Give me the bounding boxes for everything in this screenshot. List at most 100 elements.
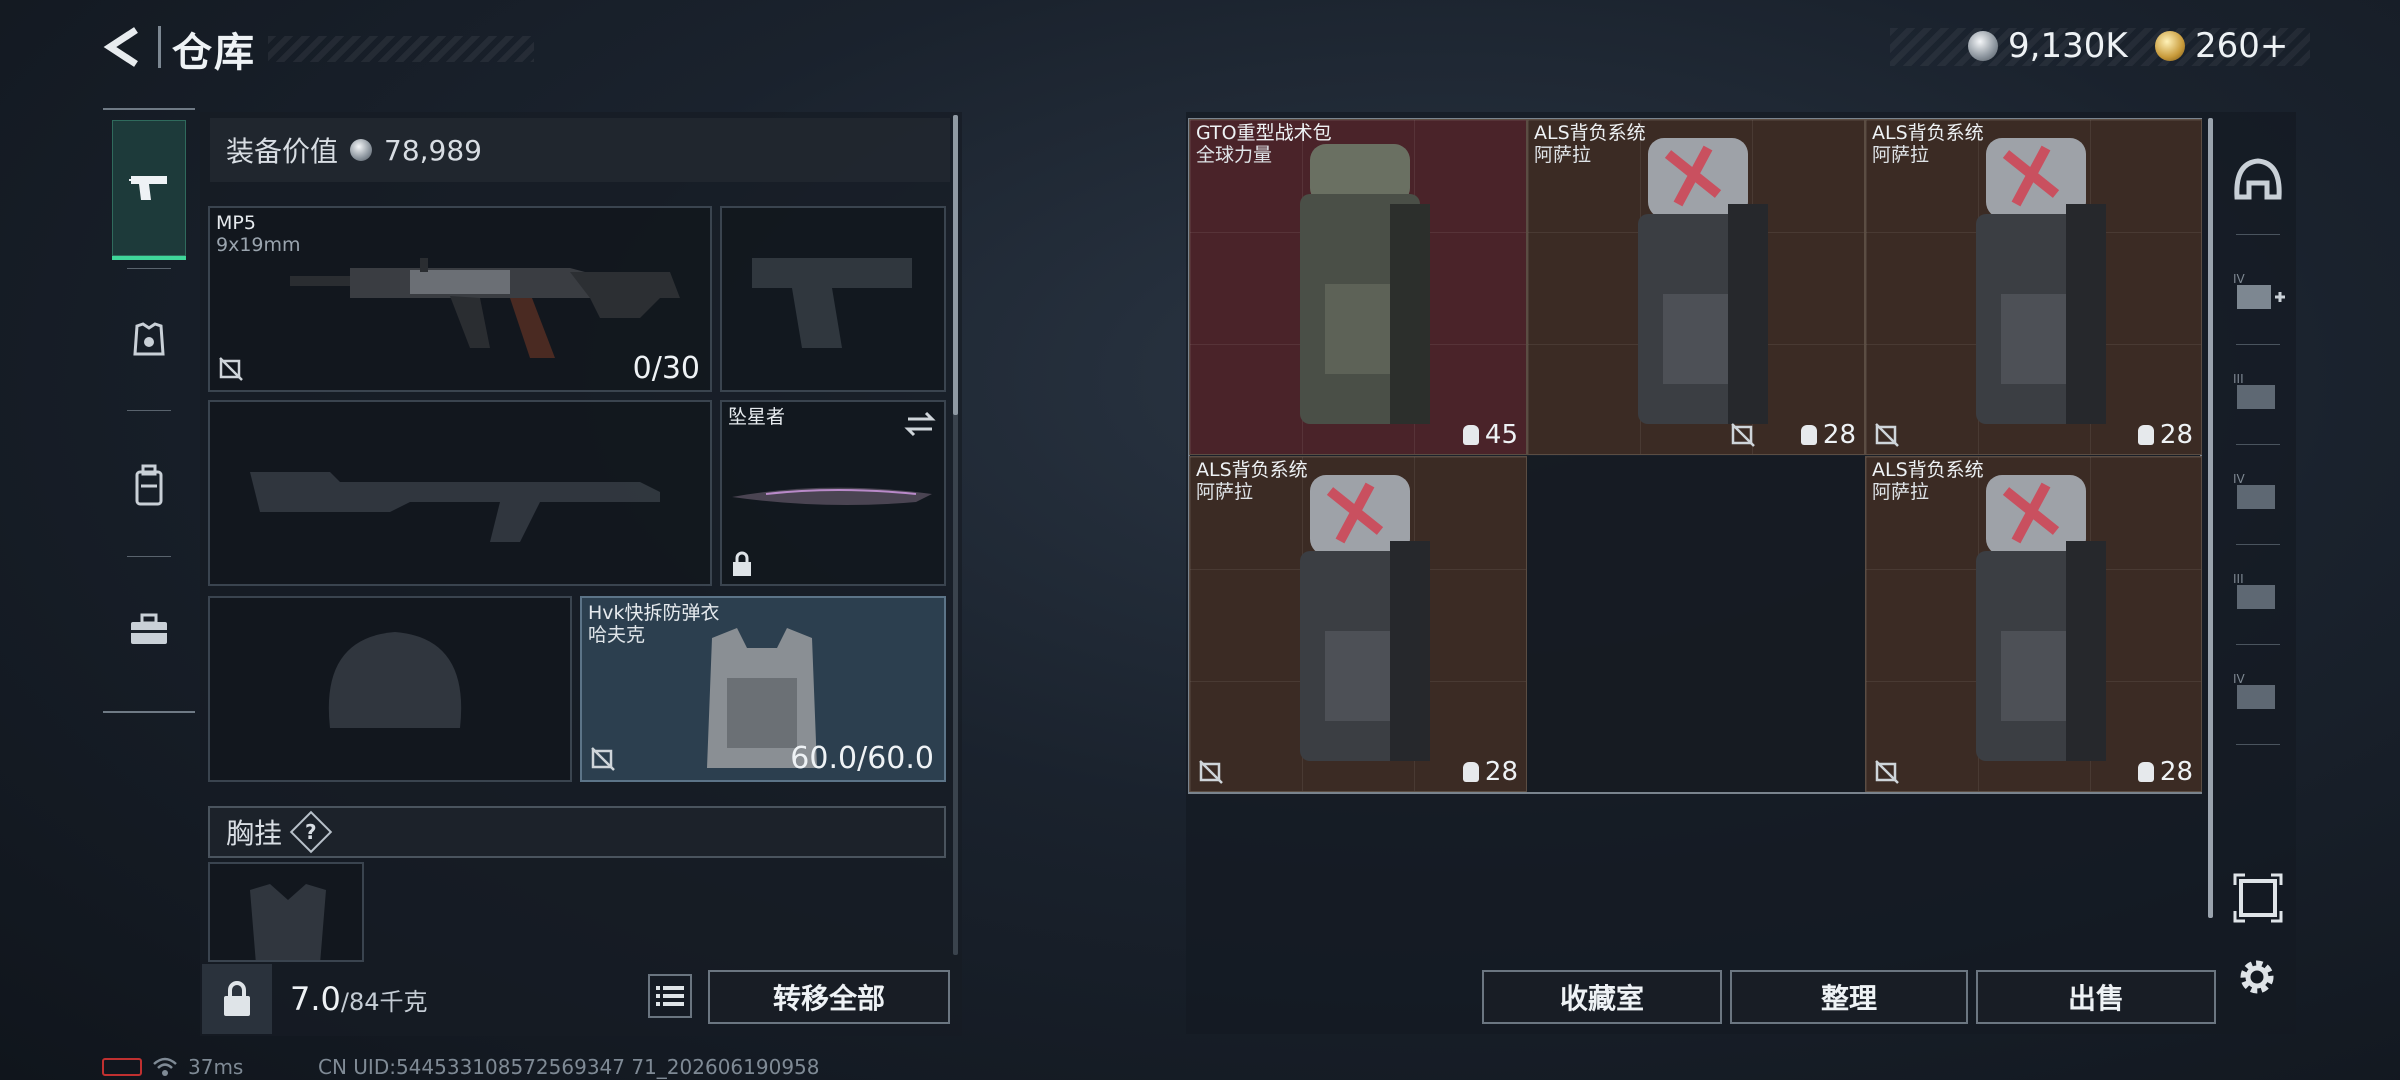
title-decoration — [268, 36, 534, 62]
user-uid: CN UID:544533108572569347 71_20260619095… — [318, 1055, 820, 1079]
filter-separator — [2236, 644, 2280, 645]
chest-rig-slot[interactable] — [208, 862, 364, 962]
no-insurance-icon — [219, 357, 243, 381]
weapon-name: MP5 — [216, 212, 256, 234]
filter-armor-iv-add[interactable]: IV — [2230, 262, 2286, 322]
status-line: 37ms — [102, 1055, 243, 1079]
filter-separator — [2236, 744, 2280, 745]
item-maker: 阿萨拉 — [1872, 481, 1930, 503]
item-maker: 阿萨拉 — [1534, 144, 1592, 166]
stash-item[interactable]: GTO重型战术包 全球力量 45 — [1189, 119, 1527, 455]
item-capacity: 45 — [1462, 420, 1518, 450]
stash-scrollbar[interactable] — [2208, 118, 2213, 918]
tab-backpack[interactable] — [112, 416, 186, 556]
item-capacity: 28 — [2137, 757, 2193, 787]
armor-plate-icon — [133, 322, 165, 356]
filter-separator — [2236, 234, 2280, 235]
tab-separator — [127, 410, 171, 411]
equipment-value-label: 装备价值 — [226, 135, 339, 168]
settings-button[interactable] — [2232, 952, 2282, 1002]
filter-backpack-iv[interactable]: IV — [2230, 662, 2286, 722]
backpack-item-icon — [1638, 138, 1768, 424]
collection-room-button[interactable]: 收藏室 — [1482, 970, 1722, 1024]
tab-case[interactable] — [112, 560, 186, 700]
backpack-item-icon — [1976, 475, 2106, 761]
filter-stash-frame[interactable] — [2230, 868, 2286, 928]
weapon-ammo-count: 0/30 — [632, 351, 700, 386]
chest-rig-label: 胸挂 — [226, 817, 283, 850]
melee-name: 坠星者 — [728, 406, 786, 428]
backpack-item-icon — [1300, 475, 1430, 761]
primary-weapon-slot[interactable]: MP5 9x19mm 0/30 — [208, 206, 712, 392]
item-maker: 阿萨拉 — [1196, 481, 1254, 503]
body-armor-slot[interactable]: Hvk快拆防弹衣 哈夫克 60.0/60.0 — [580, 596, 946, 782]
wifi-icon — [153, 1057, 177, 1076]
carry-weight: 7.0/84千克 — [290, 980, 428, 1018]
svg-text:IV: IV — [2233, 672, 2246, 686]
filter-separator — [2236, 544, 2280, 545]
ping-value: 37ms — [188, 1055, 244, 1079]
armor-iii-icon: III — [2233, 372, 2275, 409]
capacity-icon — [2137, 762, 2154, 782]
no-insurance-icon — [1875, 760, 1899, 784]
capacity-icon — [1462, 425, 1479, 445]
briefcase-icon — [131, 613, 167, 644]
stash-item[interactable]: ALS背负系统 阿萨拉 28 — [1865, 456, 2202, 792]
padlock-icon — [224, 981, 250, 1016]
sell-button[interactable]: 出售 — [1976, 970, 2216, 1024]
rig-iv-icon: IV — [2233, 472, 2275, 509]
backpack-item-icon — [1300, 144, 1430, 424]
helmet-silhouette-icon — [328, 632, 462, 728]
no-insurance-icon — [1199, 760, 1223, 784]
add-armor-iv-icon: IV — [2233, 272, 2285, 309]
secondary-weapon-slot[interactable] — [208, 400, 712, 586]
melee-slot[interactable]: 坠星者 — [720, 400, 946, 586]
no-insurance-icon — [1731, 423, 1755, 447]
stash-item[interactable]: ALS背负系统 阿萨拉 28 — [1189, 456, 1527, 792]
filter-rig-iii[interactable]: III — [2230, 562, 2286, 622]
helmet-slot[interactable] — [208, 596, 572, 782]
tab-armor[interactable] — [112, 270, 186, 410]
currency-primary[interactable]: 9,130K — [1968, 26, 2128, 66]
swap-icon[interactable] — [904, 410, 936, 438]
sort-button[interactable]: 整理 — [1730, 970, 1968, 1024]
tab-separator — [127, 268, 171, 269]
silver-coin-icon — [350, 139, 373, 161]
stash-frame-icon — [2233, 873, 2283, 923]
currency-secondary[interactable]: 260+ — [2155, 26, 2288, 66]
filter-rig-iv[interactable]: IV — [2230, 462, 2286, 522]
armor-durability: 60.0/60.0 — [790, 741, 934, 776]
stash-item[interactable]: ALS背负系统 阿萨拉 28 — [1865, 119, 2202, 455]
back-arrow-icon — [103, 27, 138, 67]
help-icon[interactable]: ? — [289, 810, 333, 854]
equipment-scrollbar[interactable] — [953, 115, 958, 415]
stash-filter-column: IV III IV III IV — [2222, 112, 2292, 952]
tab-weapons[interactable] — [112, 120, 186, 260]
helmet-icon — [2234, 158, 2282, 200]
sidearm-slot[interactable] — [720, 206, 946, 392]
svg-text:IV: IV — [2233, 272, 2246, 286]
capacity-icon — [1800, 425, 1817, 445]
filter-armor-iii[interactable]: III — [2230, 362, 2286, 422]
list-view-button[interactable] — [648, 974, 692, 1018]
filter-separator — [2236, 444, 2280, 445]
filter-helmet[interactable] — [2230, 150, 2286, 210]
item-capacity: 28 — [2137, 420, 2193, 450]
back-button[interactable] — [100, 22, 150, 72]
chest-rig-silhouette-icon — [250, 884, 326, 960]
lock-icon — [733, 551, 751, 576]
svg-text:III: III — [2233, 572, 2244, 586]
mp5-weapon-icon — [290, 258, 680, 358]
svg-text:IV: IV — [2233, 472, 2246, 486]
backpack-iv-icon: IV — [2233, 672, 2275, 709]
stash-item[interactable]: ALS背负系统 阿萨拉 28 — [1527, 119, 1865, 455]
currency-primary-value: 9,130K — [2008, 26, 2128, 66]
chest-rig-header: 胸挂 ? — [208, 806, 946, 858]
svg-text:III: III — [2233, 372, 2244, 386]
armor-maker: 哈夫克 — [588, 624, 646, 646]
empty-stash-cell[interactable] — [1527, 456, 1865, 792]
no-insurance-icon — [1875, 423, 1899, 447]
transfer-all-button[interactable]: 转移全部 — [708, 970, 950, 1024]
weight-lock-button[interactable] — [202, 964, 272, 1034]
equipment-value-bar: 装备价值 78,989 — [210, 118, 950, 182]
